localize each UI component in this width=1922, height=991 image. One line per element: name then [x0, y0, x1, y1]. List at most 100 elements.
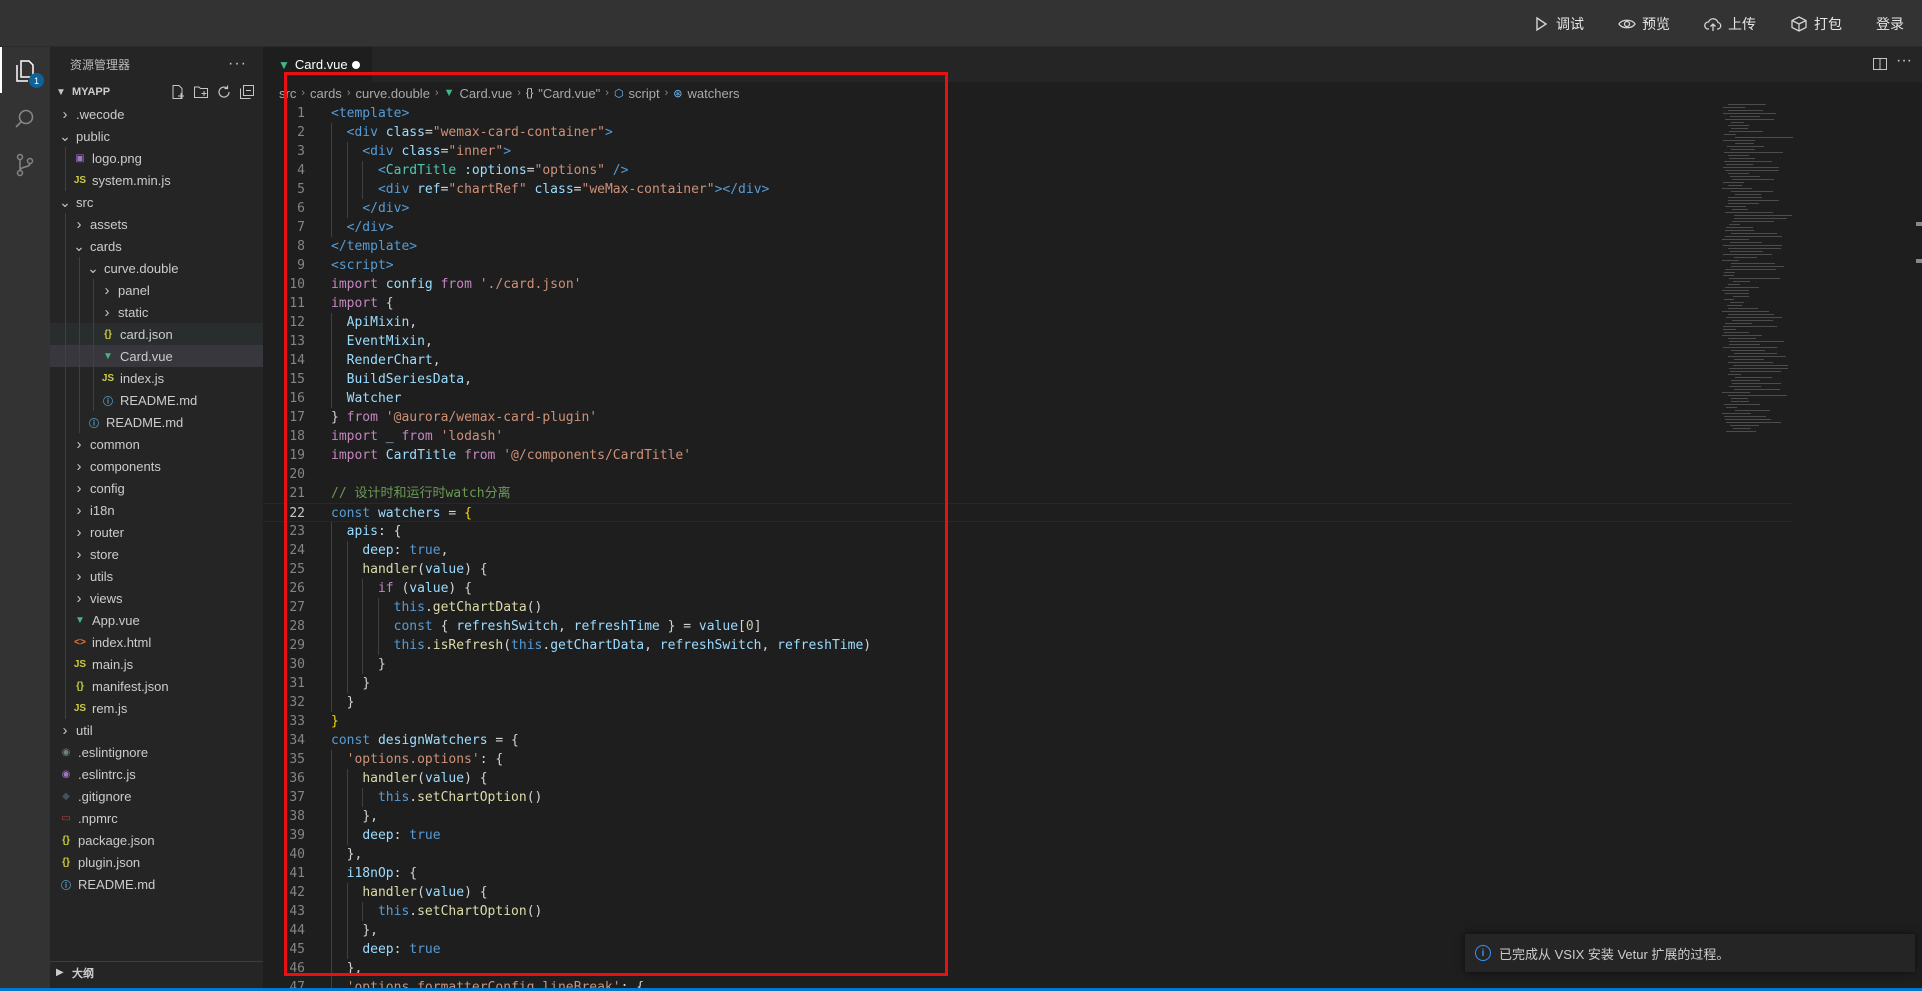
- minimap[interactable]: [1722, 104, 1842, 484]
- folder-item[interactable]: › util: [50, 719, 263, 741]
- code-line[interactable]: 6 </div>: [263, 199, 1793, 218]
- code-line[interactable]: 23 apis: {: [263, 522, 1793, 541]
- file-item[interactable]: ▼ Card.vue: [50, 345, 263, 367]
- code-line[interactable]: 37 this.setChartOption(): [263, 788, 1793, 807]
- code-line[interactable]: 1 <template>: [263, 104, 1793, 123]
- code-line[interactable]: 10 import config from './card.json': [263, 275, 1793, 294]
- code-line[interactable]: 13 EventMixin,: [263, 332, 1793, 351]
- breadcrumb-item[interactable]: src: [279, 86, 296, 101]
- code-line[interactable]: 38},: [263, 807, 1793, 826]
- login-button[interactable]: 登录: [1876, 14, 1904, 34]
- folder-item[interactable]: › store: [50, 543, 263, 565]
- code-line[interactable]: 30}: [263, 655, 1793, 674]
- file-item[interactable]: ◆ .gitignore: [50, 785, 263, 807]
- code-line[interactable]: 8 </template>: [263, 237, 1793, 256]
- file-item[interactable]: {} plugin.json: [50, 851, 263, 873]
- upload-button[interactable]: 上传: [1704, 14, 1756, 34]
- folder-item[interactable]: ⌄ cards: [50, 235, 263, 257]
- new-file-icon[interactable]: [170, 84, 186, 100]
- unsaved-dot-icon[interactable]: [352, 61, 360, 69]
- code-line[interactable]: 20: [263, 465, 1793, 484]
- code-line[interactable]: 17} from '@aurora/wemax-card-plugin': [263, 408, 1793, 427]
- code-editor[interactable]: 1 <template> 2 <div class="wemax-card-conta…: [263, 104, 1793, 991]
- folder-item[interactable]: ⌄ curve.double: [50, 257, 263, 279]
- explorer-activity[interactable]: 1: [11, 57, 44, 88]
- code-line[interactable]: 40},: [263, 845, 1793, 864]
- notification-toast[interactable]: i 已完成从 VSIX 安装 Vetur 扩展的过程。: [1465, 934, 1915, 972]
- code-line[interactable]: 35 'options.options': {: [263, 750, 1793, 769]
- folder-item[interactable]: › panel: [50, 279, 263, 301]
- file-item[interactable]: ▼ App.vue: [50, 609, 263, 631]
- file-item[interactable]: <> index.html: [50, 631, 263, 653]
- preview-button[interactable]: 预览: [1618, 14, 1670, 34]
- file-item[interactable]: ⓘ README.md: [50, 873, 263, 895]
- file-item[interactable]: {} package.json: [50, 829, 263, 851]
- code-line[interactable]: 41 i18nOp: {: [263, 864, 1793, 883]
- breadcrumb-item[interactable]: watchers: [688, 86, 740, 101]
- folder-item[interactable]: › utils: [50, 565, 263, 587]
- folder-item[interactable]: › i18n: [50, 499, 263, 521]
- code-line[interactable]: 32}: [263, 693, 1793, 712]
- code-line[interactable]: 7 </div>: [263, 218, 1793, 237]
- refresh-icon[interactable]: [216, 84, 232, 100]
- file-item[interactable]: JS index.js: [50, 367, 263, 389]
- folder-item[interactable]: › assets: [50, 213, 263, 235]
- code-line[interactable]: 33}: [263, 712, 1793, 731]
- breadcrumb-item[interactable]: script: [629, 86, 660, 101]
- file-item[interactable]: ⓘ README.md: [50, 389, 263, 411]
- code-line[interactable]: 34 const designWatchers = {: [263, 731, 1793, 750]
- breadcrumb-item[interactable]: "Card.vue": [538, 86, 600, 101]
- file-item[interactable]: ◉ .eslintrc.js: [50, 763, 263, 785]
- code-line[interactable]: 4 <CardTitle :options="options" />: [263, 161, 1793, 180]
- collapse-all-icon[interactable]: [239, 84, 255, 100]
- workspace-section-header[interactable]: ▼ MYAPP: [50, 81, 263, 103]
- code-line[interactable]: 22 const watchers = {: [263, 503, 1793, 522]
- code-line[interactable]: 29 this.isRefresh(this.getChartData, refr…: [263, 636, 1793, 655]
- breadcrumb-item[interactable]: Card.vue: [460, 86, 513, 101]
- code-line[interactable]: 14 RenderChart,: [263, 351, 1793, 370]
- code-line[interactable]: 31}: [263, 674, 1793, 693]
- file-item[interactable]: ▣ logo.png: [50, 147, 263, 169]
- code-line[interactable]: 2 <div class="wemax-card-container">: [263, 123, 1793, 142]
- code-line[interactable]: 27 this.getChartData(): [263, 598, 1793, 617]
- code-line[interactable]: 21 // 设计时和运行时watch分离: [263, 484, 1793, 503]
- code-line[interactable]: 12 ApiMixin,: [263, 313, 1793, 332]
- code-line[interactable]: 39 deep: true: [263, 826, 1793, 845]
- folder-item[interactable]: › static: [50, 301, 263, 323]
- debug-button[interactable]: 调试: [1532, 14, 1584, 34]
- code-line[interactable]: 18 import _ from 'lodash': [263, 427, 1793, 446]
- code-line[interactable]: 24 deep: true,: [263, 541, 1793, 560]
- folder-item[interactable]: ⌄ public: [50, 125, 263, 147]
- code-line[interactable]: 11 import {: [263, 294, 1793, 313]
- folder-item[interactable]: › components: [50, 455, 263, 477]
- code-line[interactable]: 25 handler(value) {: [263, 560, 1793, 579]
- code-line[interactable]: 36 handler(value) {: [263, 769, 1793, 788]
- code-line[interactable]: 28 const { refreshSwitch, refreshTime } =…: [263, 617, 1793, 636]
- file-item[interactable]: JS rem.js: [50, 697, 263, 719]
- folder-item[interactable]: › common: [50, 433, 263, 455]
- tab-card-vue[interactable]: ▼ Card.vue: [263, 47, 373, 82]
- breadcrumb-item[interactable]: curve.double: [355, 86, 429, 101]
- folder-item[interactable]: ⌄ src: [50, 191, 263, 213]
- editor-more-icon[interactable]: ···: [1896, 52, 1912, 70]
- file-item[interactable]: JS main.js: [50, 653, 263, 675]
- new-folder-icon[interactable]: [193, 84, 209, 100]
- folder-item[interactable]: › views: [50, 587, 263, 609]
- file-item[interactable]: {} card.json: [50, 323, 263, 345]
- code-line[interactable]: 3 <div class="inner">: [263, 142, 1793, 161]
- folder-item[interactable]: › config: [50, 477, 263, 499]
- code-line[interactable]: 9 <script>: [263, 256, 1793, 275]
- code-line[interactable]: 5 <div ref="chartRef" class="weMax-contai…: [263, 180, 1793, 199]
- code-line[interactable]: 15 BuildSeriesData,: [263, 370, 1793, 389]
- split-editor-icon[interactable]: [1872, 56, 1888, 72]
- code-line[interactable]: 19 import CardTitle from '@/components/Ca…: [263, 446, 1793, 465]
- package-button[interactable]: 打包: [1790, 14, 1842, 34]
- code-line[interactable]: 42 handler(value) {: [263, 883, 1793, 902]
- file-item[interactable]: ⓘ README.md: [50, 411, 263, 433]
- file-item[interactable]: ▭ .npmrc: [50, 807, 263, 829]
- code-line[interactable]: 43 this.setChartOption(): [263, 902, 1793, 921]
- source-control-activity[interactable]: [11, 151, 39, 179]
- outline-section-header[interactable]: ▶ 大纲: [50, 961, 263, 983]
- file-item[interactable]: JS system.min.js: [50, 169, 263, 191]
- more-actions-icon[interactable]: ···: [228, 55, 247, 73]
